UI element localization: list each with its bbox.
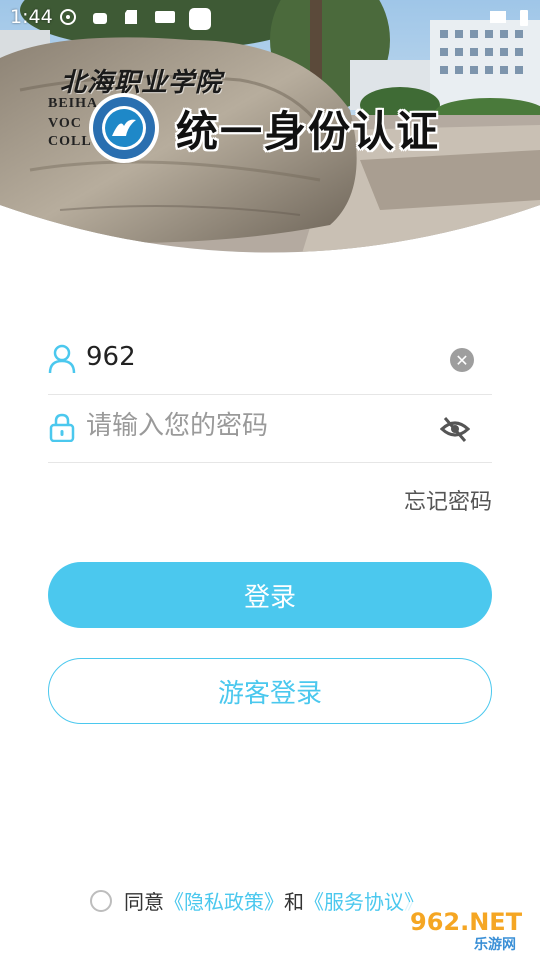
college-logo-icon xyxy=(89,93,159,163)
settings-icon xyxy=(60,9,76,25)
privacy-policy-link[interactable]: 《隐私政策》 xyxy=(164,886,284,915)
status-bar: 1:44 xyxy=(0,0,540,36)
keyboard-icon xyxy=(155,11,175,23)
agreement-and: 和 xyxy=(284,890,304,914)
signal-icon xyxy=(490,11,506,23)
page-title: 统一身份认证 xyxy=(176,107,441,156)
college-english-line-3: COLL xyxy=(48,134,92,149)
agreement-prefix: 同意 xyxy=(124,890,164,914)
clear-icon[interactable]: ✕ xyxy=(450,348,474,372)
sd-card-icon xyxy=(125,10,137,24)
app-notification-icon xyxy=(189,8,211,30)
user-icon xyxy=(48,344,76,374)
watermark-sub: 乐游网 xyxy=(474,936,516,953)
login-button[interactable]: 登录 xyxy=(48,562,492,628)
username-input[interactable]: 962 xyxy=(86,342,136,372)
forgot-password-link[interactable]: 忘记密码 xyxy=(404,484,492,516)
android-icon xyxy=(93,13,107,24)
watermark-brand: 962.NET xyxy=(410,908,523,936)
college-english-line-2: VOC xyxy=(48,116,82,131)
password-field[interactable] xyxy=(48,394,492,463)
lock-icon xyxy=(49,413,75,442)
status-time: 1:44 xyxy=(10,6,53,28)
battery-icon xyxy=(520,10,528,26)
eye-off-icon[interactable] xyxy=(440,414,470,444)
username-field[interactable]: 962 ✕ xyxy=(48,326,492,395)
agreement-row: 同意 《隐私政策》 和 《服务协议》 xyxy=(90,886,424,915)
status-notification-icons xyxy=(58,8,212,32)
radio-icon[interactable] xyxy=(90,889,112,912)
guest-login-button[interactable]: 游客登录 xyxy=(48,658,492,724)
status-system-icons xyxy=(488,8,530,28)
header-banner: 1:44 北海职业学院 BEIHA VOC COLL 统一身份认证 xyxy=(0,0,540,260)
watermark-logo: 962.NET 乐游网 xyxy=(404,902,534,954)
password-input[interactable] xyxy=(86,406,416,446)
